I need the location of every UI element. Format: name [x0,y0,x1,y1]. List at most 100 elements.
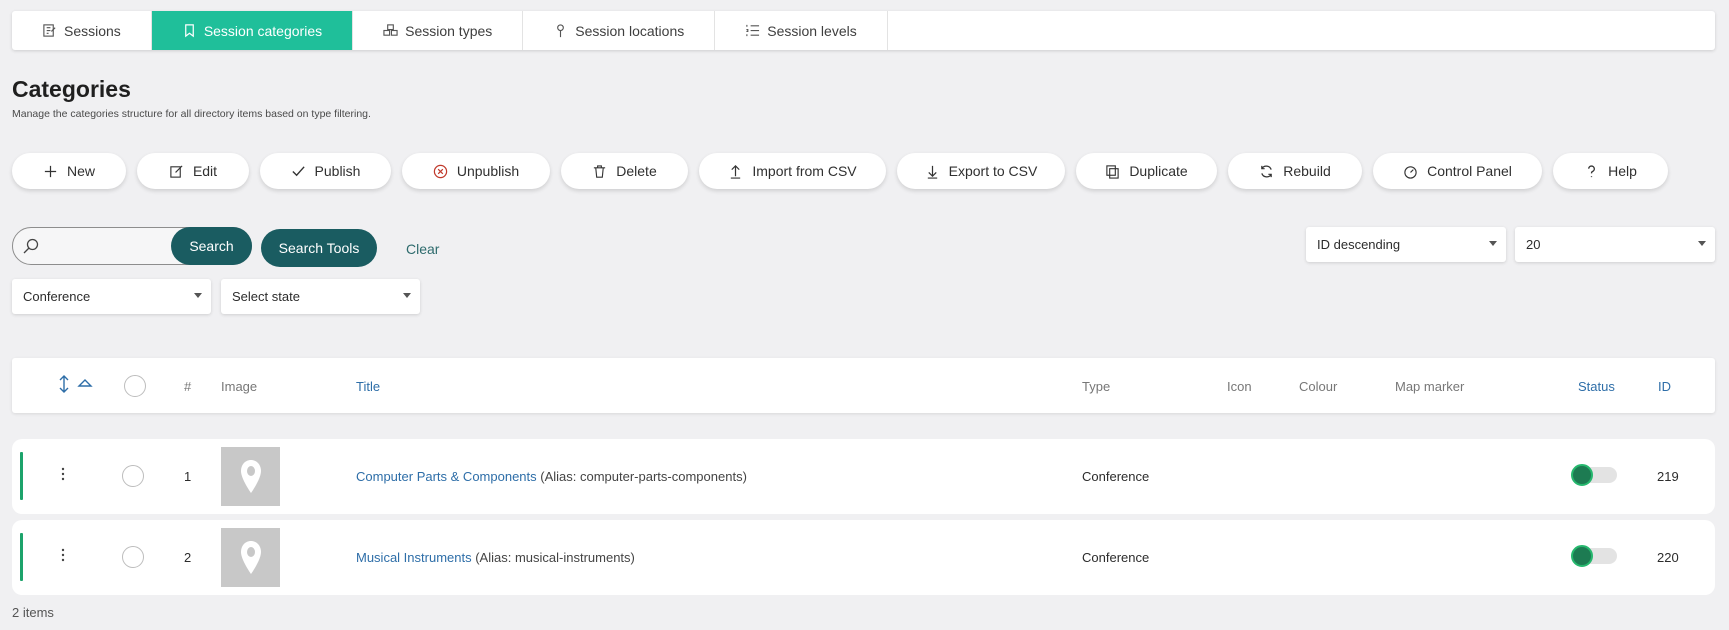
select-all-checkbox[interactable] [124,375,146,397]
chevron-down-icon [1489,241,1497,246]
export-csv-button[interactable]: Export to CSV [897,153,1065,189]
status-toggle[interactable] [1571,545,1617,567]
tab-label: Session categories [203,22,323,39]
sessions-icon [43,24,56,37]
status-toggle[interactable] [1571,464,1617,486]
more-vertical-icon[interactable] [61,466,65,482]
status-toggle-knob [1571,545,1593,567]
row-alias: (Alias: computer-parts-components) [540,469,747,484]
ordering-value: ID descending [1317,237,1401,252]
page-title: Categories [12,76,131,102]
tab-session-categories[interactable]: Session categories [151,11,354,50]
list-levels-icon [746,24,760,37]
chevron-down-icon [1698,241,1706,246]
published-indicator [20,533,23,581]
column-id[interactable]: ID [1658,379,1671,394]
column-title[interactable]: Title [356,379,380,394]
tab-session-levels[interactable]: Session levels [715,11,888,50]
rebuild-button[interactable]: Rebuild [1228,153,1362,189]
tab-session-locations[interactable]: Session locations [523,11,716,50]
edit-button[interactable]: Edit [137,153,249,189]
map-pin-icon [240,459,261,493]
tab-sessions[interactable]: Sessions [12,11,152,50]
search-button[interactable]: Search [171,227,252,265]
row-image [221,528,280,587]
row-checkbox[interactable] [122,546,144,568]
search-icon [23,238,39,254]
ordering-select[interactable]: ID descending [1306,227,1506,262]
limit-value: 20 [1526,237,1541,252]
publish-label: Publish [314,163,361,179]
gauge-icon [1404,165,1417,179]
upload-icon [731,164,741,179]
state-filter-value: Select state [232,289,300,304]
delete-label: Delete [616,163,657,179]
copy-icon [1106,164,1119,179]
unpublish-label: Unpublish [456,163,520,179]
type-filter-value: Conference [23,289,91,304]
column-map-marker: Map marker [1395,379,1465,394]
row-number: 2 [184,550,192,565]
type-filter-select[interactable]: Conference [12,279,211,314]
row-id: 220 [1657,550,1679,565]
page-description: Manage the categories structure for all … [12,108,371,120]
import-csv-button[interactable]: Import from CSV [699,153,886,189]
clear-button[interactable]: Clear [406,241,439,257]
search-input[interactable] [43,232,173,260]
help-button[interactable]: Help [1553,153,1668,189]
export-label: Export to CSV [948,163,1038,179]
publish-button[interactable]: Publish [260,153,391,189]
search-tools-button[interactable]: Search Tools [261,229,377,267]
table-row: 2 Musical Instruments (Alias: musical-in… [12,520,1715,595]
new-button[interactable]: New [12,153,126,189]
column-number: # [184,379,192,394]
row-title-link[interactable]: Computer Parts & Components [356,469,537,484]
tab-label: Session locations [575,22,685,39]
tab-label: Sessions [64,22,121,39]
map-pin-icon [240,540,261,574]
row-type: Conference [1082,550,1150,565]
column-icon: Icon [1227,379,1252,394]
unpublish-button[interactable]: Unpublish [402,153,550,189]
tab-session-types[interactable]: Session types [353,11,524,50]
row-title: Musical Instruments (Alias: musical-inst… [356,550,635,565]
state-filter-select[interactable]: Select state [221,279,420,314]
row-id: 219 [1657,469,1679,484]
help-label: Help [1608,163,1637,179]
location-pin-icon [557,24,565,38]
column-image: Image [221,379,258,394]
tab-label: Session levels [767,22,857,39]
row-alias: (Alias: musical-instruments) [475,550,635,565]
delete-button[interactable]: Delete [561,153,688,189]
tab-label: Session types [405,22,493,39]
row-image [221,447,280,506]
download-icon [927,165,937,179]
column-type: Type [1082,379,1111,394]
categories-icon [184,24,194,38]
types-icon [383,24,398,36]
column-status[interactable]: Status [1578,379,1615,394]
control-panel-button[interactable]: Control Panel [1373,153,1542,189]
submenu-tabs: Sessions Session categories Session type… [12,11,1715,50]
row-title-link[interactable]: Musical Instruments [356,550,472,565]
more-vertical-icon[interactable] [61,547,65,563]
table-row: 1 Computer Parts & Components (Alias: co… [12,439,1715,514]
limit-select[interactable]: 20 [1515,227,1715,262]
refresh-icon [1261,164,1273,178]
row-type: Conference [1082,469,1150,484]
edit-label: Edit [192,163,218,179]
new-label: New [66,163,95,179]
circle-x-icon [433,164,448,178]
import-label: Import from CSV [752,163,857,179]
chevron-down-icon [403,293,411,298]
row-number: 1 [184,469,192,484]
duplicate-label: Duplicate [1129,163,1188,179]
duplicate-button[interactable]: Duplicate [1076,153,1217,189]
trash-icon [594,164,606,178]
row-checkbox[interactable] [122,465,144,487]
row-title: Computer Parts & Components (Alias: comp… [356,469,747,484]
status-toggle-knob [1571,464,1593,486]
plus-icon [44,165,57,177]
edit-icon [170,164,183,178]
sort-ordering-icon[interactable] [57,375,93,393]
